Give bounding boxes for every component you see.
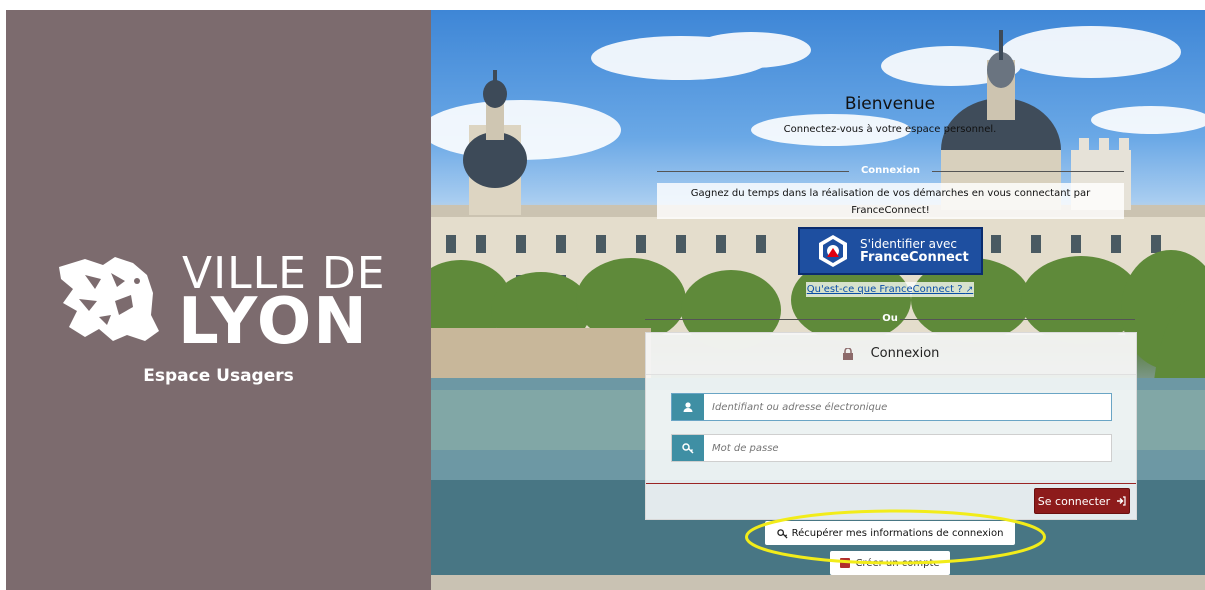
welcome-subtitle: Connectez-vous à votre espace personnel. [783,124,997,135]
brand-subtitle: Espace Usagers [143,366,294,386]
or-label: Ou [882,313,898,324]
franceconnect-description: Gagnez du temps dans la réalisation de v… [657,183,1124,219]
password-input[interactable] [704,435,1111,461]
section-divider-right [932,171,1124,172]
franceconnect-button-line1: S'identifier avec [860,237,958,251]
key-icon [776,528,788,539]
brand-panel: VILLE DE LYON Espace Usagers [6,10,431,590]
external-link-icon: ↗ [965,285,974,295]
login-submit-button[interactable]: Se connecter [1034,488,1130,514]
username-input[interactable] [704,394,1111,420]
or-divider-left [645,319,880,320]
franceconnect-section-label: Connexion [860,165,921,176]
user-icon-addon [672,394,704,420]
recover-credentials-button[interactable]: Récupérer mes informations de connexion [765,521,1015,545]
welcome-title: Bienvenue [844,94,936,114]
brand-line-lyon: LYON [178,285,369,359]
section-divider-left [657,171,849,172]
franceconnect-logo-icon [819,235,847,267]
card-divider [646,483,1136,484]
add-user-icon [840,558,851,568]
key-icon-addon [672,435,704,461]
lock-icon [842,347,853,360]
username-field-group [671,393,1112,421]
or-divider-right [900,319,1135,320]
key-icon [682,443,694,454]
user-icon [683,402,693,412]
franceconnect-button[interactable]: S'identifier avec FranceConnect [798,227,983,275]
sign-in-icon [1117,496,1126,506]
franceconnect-info-link-text: Qu'est-ce que FranceConnect ? [806,284,963,295]
create-account-button[interactable]: Créer un compte [830,551,950,575]
franceconnect-button-text: S'identifier avec FranceConnect [860,237,969,265]
login-card-header: Connexion [646,333,1136,375]
create-account-label: Créer un compte [855,557,940,569]
recover-credentials-label: Récupérer mes informations de connexion [791,527,1004,539]
franceconnect-button-line2: FranceConnect [860,250,969,265]
franceconnect-info-link[interactable]: Qu'est-ce que FranceConnect ? ↗ [806,282,974,297]
login-card: Connexion Se connecter [645,332,1137,520]
password-field-group [671,434,1112,462]
login-card-title: Connexion [870,346,940,361]
login-submit-label: Se connecter [1037,494,1111,508]
